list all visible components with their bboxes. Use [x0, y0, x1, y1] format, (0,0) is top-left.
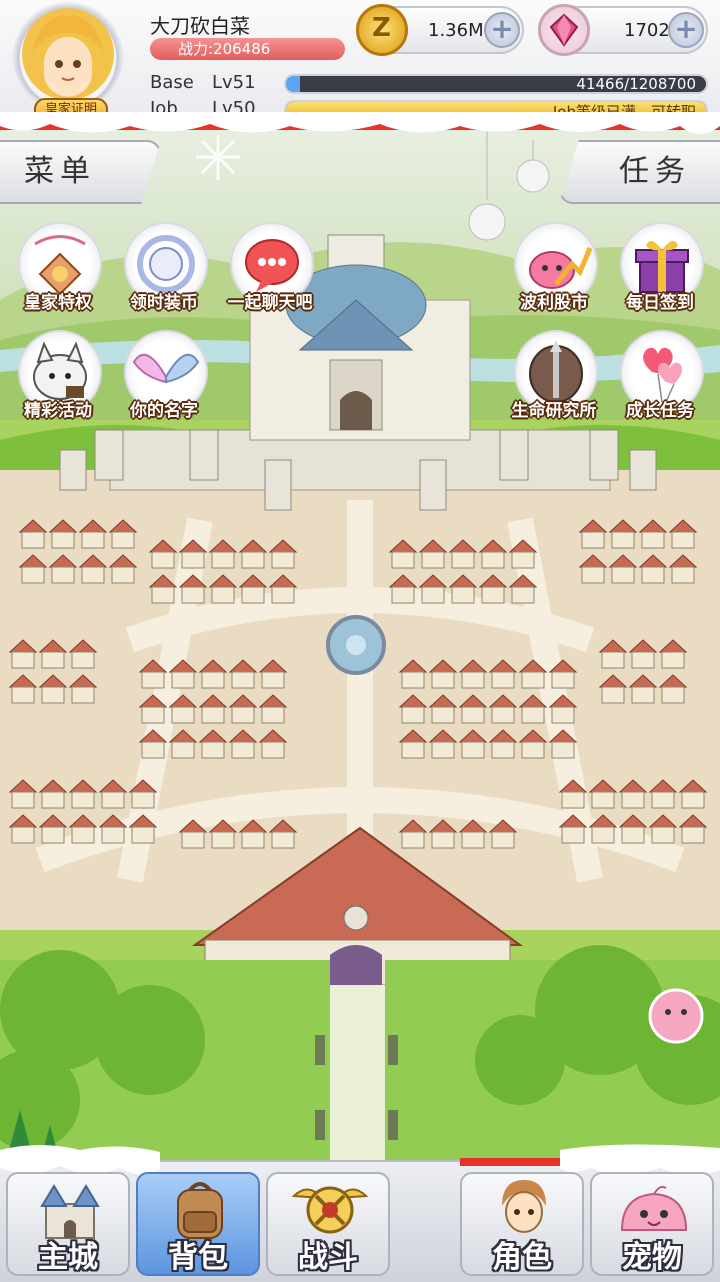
gem-display: 1702 + — [538, 4, 708, 56]
nav-pet-label: 宠物 — [622, 1240, 682, 1275]
royal-privilege-label: 皇家特权 — [24, 293, 92, 313]
player-name: 大刀砍白菜 — [150, 14, 250, 38]
gem-amount: 1702 — [624, 20, 670, 41]
castle-icon — [40, 1184, 100, 1239]
nav-main-city-label: 主城 — [38, 1240, 98, 1275]
combat-power: 战力:206486 — [150, 38, 345, 60]
growth-quest-label: 成长任务 — [626, 401, 694, 421]
player-avatar[interactable] — [22, 8, 114, 100]
pet-poring-icon — [620, 1185, 688, 1231]
zeny-coin-icon: Z — [356, 4, 408, 56]
life-lab-label: 生命研究所 — [511, 401, 597, 421]
daily-signin-label: 每日签到 — [626, 293, 694, 313]
base-exp-text: 41466/1208700 — [576, 75, 696, 93]
nav-pet[interactable]: 宠物 — [590, 1172, 714, 1276]
menu-tab[interactable]: 菜单 — [0, 140, 161, 204]
add-gem-button[interactable]: + — [668, 12, 704, 48]
base-level: Lv51 — [212, 72, 256, 93]
pink-gem-icon — [538, 4, 590, 56]
costume-coin-label: 领时装币 — [130, 293, 198, 313]
your-name-label: 你的名字 — [130, 401, 198, 421]
nav-battle-label: 战斗 — [298, 1240, 358, 1275]
nav-main-city[interactable]: 主城 — [6, 1172, 130, 1276]
zeny-display: Z 1.36M + — [356, 4, 524, 56]
task-tab[interactable]: 任务 — [559, 140, 720, 204]
nav-character-label: 角色 — [492, 1240, 552, 1275]
add-zeny-button[interactable]: + — [484, 12, 520, 48]
zeny-amount: 1.36M — [428, 20, 484, 41]
base-label: Base — [150, 72, 194, 93]
nav-backpack-label: 背包 — [168, 1240, 228, 1275]
events-label: 精彩活动 — [24, 401, 92, 421]
nav-character[interactable]: 角色 — [460, 1172, 584, 1276]
base-exp-bar: 41466/1208700 — [284, 74, 708, 94]
poring-stock-label: 波利股市 — [520, 293, 588, 313]
nav-backpack[interactable]: 背包 — [136, 1172, 260, 1276]
base-exp-fill — [286, 76, 301, 92]
nav-battle[interactable]: 战斗 — [266, 1172, 390, 1276]
snow-decoration-top — [0, 112, 720, 134]
chat-label: 一起聊天吧 — [227, 293, 313, 313]
